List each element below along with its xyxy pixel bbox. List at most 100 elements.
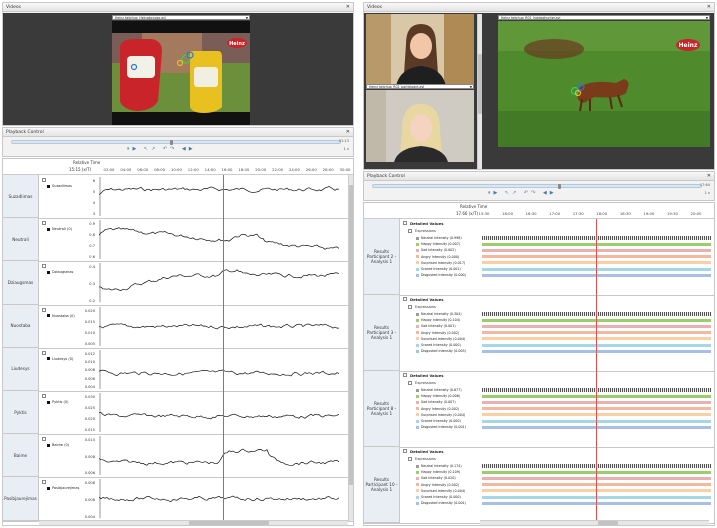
expression-item[interactable]: Sad Intensity (0.002) — [416, 248, 456, 252]
expressions-checkbox[interactable] — [408, 457, 412, 461]
time-tick: 10:00 — [170, 167, 182, 172]
expression-text: Angry Intensity (0.000) — [421, 254, 460, 259]
expression-text: Scared Intensity (0.000) — [421, 495, 461, 499]
scroll-thumb[interactable] — [189, 521, 269, 525]
expression-item[interactable]: Disgusted Intensity (0.001) — [416, 425, 466, 429]
detailed-values-title: Detailed Values — [410, 449, 444, 454]
close-icon[interactable]: ✕ — [707, 172, 711, 181]
right-video-scrollbar[interactable] — [477, 14, 482, 169]
left-playback-slider[interactable] — [11, 140, 341, 145]
expression-item[interactable]: Scared Intensity (0.000) — [416, 343, 461, 347]
expression-item[interactable]: Surprised Intensity (0.004) — [416, 489, 465, 493]
participant-video-1-file[interactable]: Heinz ketchup_R02_participant.avi ▼ — [366, 84, 474, 89]
row-divider — [3, 218, 353, 220]
expressions-label: Expressions — [415, 457, 436, 461]
row-checkbox[interactable] — [42, 264, 46, 269]
expression-item[interactable]: Surprised Intensity (0.004) — [416, 337, 465, 341]
expression-item[interactable]: Sad Intensity (0.001) — [416, 324, 456, 328]
expression-item[interactable]: Surprised Intensity (0.017) — [416, 261, 465, 265]
right-main-video-frame[interactable]: Heinz — [498, 21, 710, 147]
right-horizontal-scrollbar[interactable] — [480, 520, 709, 525]
expression-item[interactable]: Angry Intensity (0.002) — [416, 483, 459, 487]
y-tick-label: 0.2 — [89, 298, 95, 303]
row-checkbox[interactable] — [42, 178, 46, 182]
expression-item[interactable]: Happy Intensity (0.109) — [416, 470, 460, 474]
scroll-thumb[interactable] — [478, 54, 482, 114]
expression-item[interactable]: Happy Intensity (0.007) — [416, 242, 460, 246]
detailed-values-title: Detailed Values — [410, 221, 444, 226]
expression-item[interactable]: Neutral Intensity (0.304) — [416, 312, 462, 316]
left-playback-buttons[interactable]: ⏸▶ ↖↗ ↶↷ ◀▶ — [127, 146, 196, 152]
group-checkbox[interactable] — [403, 373, 407, 377]
slider-thumb[interactable] — [170, 140, 173, 145]
expression-item[interactable]: Disgusted Intensity (0.000) — [416, 273, 466, 277]
right-playhead[interactable] — [596, 219, 597, 521]
expression-item[interactable]: Disgusted Intensity (0.003) — [416, 349, 466, 353]
time-tick: 26:00 — [305, 167, 317, 172]
scroll-thumb[interactable] — [349, 185, 353, 485]
signal-plot — [99, 479, 339, 519]
left-horizontal-scrollbar[interactable] — [39, 520, 348, 525]
expression-swatch — [416, 464, 419, 468]
right-time-axis: Relative Time 17.66 (x/T) 15:30 16:00 16:3… — [364, 203, 714, 219]
expression-item[interactable]: Angry Intensity (0.002) — [416, 407, 459, 411]
group-checkbox[interactable] — [403, 221, 407, 225]
expression-item[interactable]: Sad Intensity (0.007) — [416, 400, 456, 404]
right-playback-buttons[interactable]: ⏸▶ ↖↗ ↶↷ ◀▶ — [488, 190, 557, 196]
close-icon[interactable]: ✕ — [707, 3, 711, 12]
expression-item[interactable]: Scared Intensity (0.001) — [416, 267, 461, 271]
expression-item[interactable]: Scared Intensity (0.000) — [416, 495, 461, 499]
expression-item[interactable]: Angry Intensity (0.000) — [416, 255, 459, 259]
group-checkbox[interactable] — [403, 449, 407, 453]
row-checkbox[interactable] — [42, 350, 46, 355]
left-video-frame[interactable]: Heinz — [112, 21, 250, 125]
expression-item[interactable]: Neutral Intensity (0.174) — [416, 464, 462, 468]
expression-text: Sad Intensity (0.002) — [421, 248, 456, 253]
expression-item[interactable]: Happy Intensity (0.104) — [416, 318, 460, 322]
expression-item[interactable]: Sad Intensity (0.020) — [416, 476, 456, 480]
expression-text: Sad Intensity (0.001) — [421, 324, 456, 329]
participant-video-1[interactable] — [366, 14, 474, 86]
detailed-values-title: Detailed Values — [410, 373, 444, 378]
row-checkbox[interactable] — [42, 307, 46, 312]
right-playback-slider[interactable] — [372, 184, 702, 189]
right-main-video-file[interactable]: Heinz ketchup_R01_hotdoghunter.avi ▼ — [498, 15, 710, 20]
row-divider — [3, 434, 353, 436]
scroll-thumb[interactable] — [598, 521, 618, 525]
expression-swatch — [416, 242, 419, 246]
participant-label: Results Participant 8 - Analysis 1 — [364, 371, 400, 447]
expression-item[interactable]: Disgusted Intensity (0.001) — [416, 501, 466, 505]
left-playhead[interactable] — [223, 175, 224, 521]
close-icon[interactable]: ✕ — [346, 3, 350, 12]
row-divider — [3, 391, 353, 392]
expression-item[interactable]: Surprised Intensity (0.004) — [416, 413, 465, 417]
y-tick-label: 0.015 — [84, 428, 95, 433]
left-videos-title: Videos — [6, 5, 21, 10]
expressions-checkbox[interactable] — [408, 381, 412, 385]
signal-plot — [99, 306, 339, 346]
row-checkbox[interactable] — [42, 394, 46, 398]
expression-item[interactable]: Angry Intensity (0.002) — [416, 331, 459, 335]
row-checkbox[interactable] — [42, 480, 46, 485]
row-checkbox[interactable] — [42, 437, 46, 442]
row-checkbox[interactable] — [42, 221, 46, 226]
y-tick-label: 0.008 — [84, 481, 95, 486]
relative-time-label: Relative Time — [73, 160, 101, 165]
expression-text: Disgusted Intensity (0.000) — [421, 273, 466, 278]
expressions-checkbox[interactable] — [408, 305, 412, 309]
expression-item[interactable]: Scared Intensity (0.000) — [416, 419, 461, 423]
y-tick-label: 3 — [92, 212, 95, 217]
close-icon[interactable]: ✕ — [346, 128, 350, 137]
legend-swatch — [47, 357, 50, 361]
left-vertical-scrollbar[interactable] — [348, 175, 353, 521]
left-video-file-select[interactable]: Heinz ketchup_Heinzdoyuga.avi ▼ — [112, 15, 250, 20]
expressions-checkbox[interactable] — [408, 229, 412, 233]
expression-item[interactable]: Happy Intensity (0.006) — [416, 394, 460, 398]
left-video-file-name: Heinz ketchup_Heinzdoyuga.avi — [115, 16, 166, 20]
slider-thumb[interactable] — [558, 184, 561, 189]
expression-text: Neutral Intensity (0.174) — [421, 464, 462, 468]
group-checkbox[interactable] — [403, 297, 407, 301]
participant-video-2[interactable] — [366, 90, 474, 162]
expression-item[interactable]: Neutral Intensity (0.677) — [416, 388, 462, 392]
expression-item[interactable]: Neutral Intensity (0.998) — [416, 236, 462, 240]
